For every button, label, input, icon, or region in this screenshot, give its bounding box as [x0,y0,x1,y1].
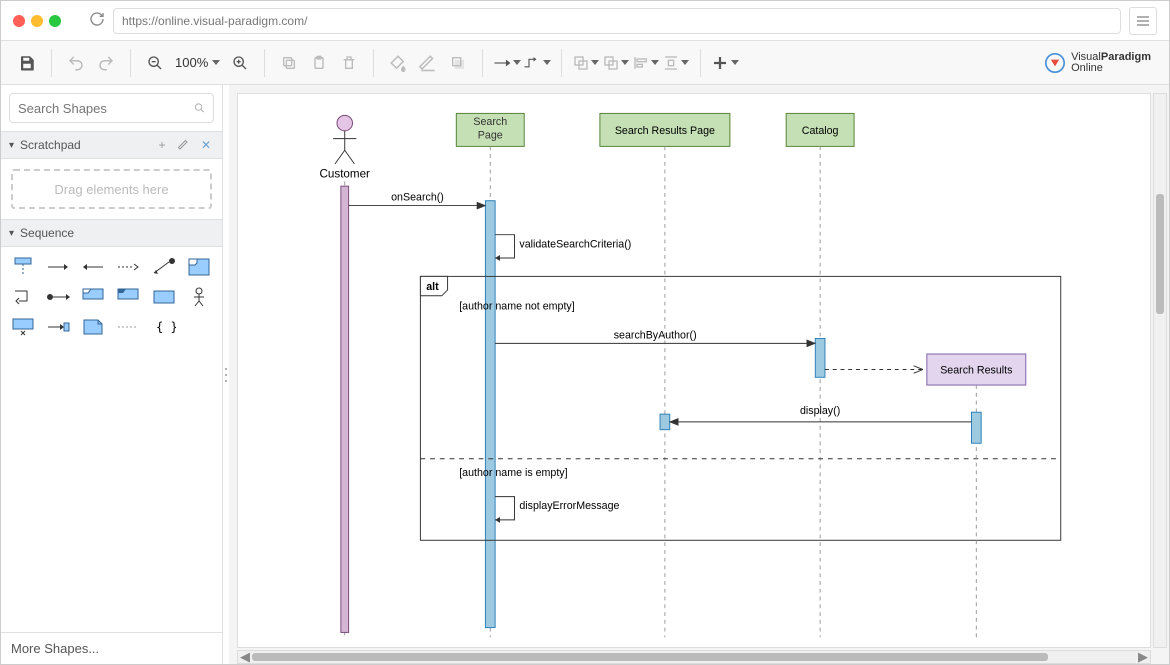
shape-create-message[interactable] [44,315,72,339]
shape-actor[interactable] [185,285,213,309]
shape-object[interactable] [150,285,178,309]
svg-text:alt: alt [426,281,439,293]
svg-text:display(): display() [800,405,840,417]
save-button[interactable] [13,49,41,77]
shape-self-message[interactable] [9,285,37,309]
shape-found-message[interactable] [150,255,178,279]
waypoint-button[interactable] [523,49,551,77]
shape-separator[interactable] [114,315,142,339]
svg-text:[author name not empty]: [author name not empty] [459,300,575,312]
svg-text:Search Results: Search Results [940,364,1012,376]
lifeline-search-results-page[interactable]: Search Results Page [600,113,730,637]
redo-button[interactable] [92,49,120,77]
undo-button[interactable] [62,49,90,77]
distribute-button[interactable] [662,49,690,77]
shape-note[interactable] [79,315,107,339]
horizontal-scrollbar[interactable]: ◀ ▶ [237,650,1151,664]
svg-text:displayErrorMessage: displayErrorMessage [519,500,619,512]
scratchpad-add-icon[interactable]: + [154,137,170,153]
paste-button[interactable] [305,49,333,77]
connector-style-button[interactable] [493,49,521,77]
message-onsearch[interactable]: onSearch() [349,192,486,206]
scratchpad-header[interactable]: ▾ Scratchpad + ✕ [1,131,222,159]
shape-message-left[interactable] [79,255,107,279]
to-front-button[interactable] [572,49,600,77]
shape-activation-2[interactable] [114,285,142,309]
message-display-error[interactable]: displayErrorMessage [495,497,619,523]
window-close[interactable] [13,15,25,27]
scratchpad-edit-icon[interactable] [176,137,192,153]
delete-button[interactable] [335,49,363,77]
alt-fragment[interactable]: alt [author name not empty] [author name… [420,276,1060,540]
shape-lost-message[interactable] [44,285,72,309]
svg-text:onSearch(): onSearch() [391,192,444,204]
vertical-scrollbar[interactable] [1153,93,1167,648]
zoom-dropdown[interactable]: 100% [171,55,224,70]
search-icon [194,101,205,115]
zoom-in-button[interactable] [226,49,254,77]
shape-lifeline[interactable] [9,255,37,279]
message-validate[interactable]: validateSearchCriteria() [495,235,631,261]
lifeline-search-page[interactable]: SearchPage [456,113,524,637]
zoom-out-button[interactable] [141,49,169,77]
svg-text:searchByAuthor(): searchByAuthor() [614,329,697,341]
copy-button[interactable] [275,49,303,77]
message-search-by-author[interactable]: searchByAuthor() [495,329,815,343]
svg-text:Catalog: Catalog [802,125,839,137]
shadow-button[interactable] [444,49,472,77]
lifeline-catalog[interactable]: Catalog [786,113,854,637]
menu-button[interactable] [1129,7,1157,35]
actor-customer[interactable]: Customer [320,115,371,637]
svg-text:[author name is empty]: [author name is empty] [459,467,567,479]
add-button[interactable] [711,49,739,77]
shape-activation[interactable] [79,285,107,309]
fill-color-button[interactable] [384,49,412,77]
svg-text:{ }: { } [156,320,176,334]
window-minimize[interactable] [31,15,43,27]
line-color-button[interactable] [414,49,442,77]
svg-text:validateSearchCriteria(): validateSearchCriteria() [519,238,631,250]
svg-text:Search Results Page: Search Results Page [615,125,715,137]
url-text: https://online.visual-paradigm.com/ [122,14,307,28]
diagram-canvas[interactable]: Customer SearchPage [237,93,1151,648]
align-button[interactable] [632,49,660,77]
shape-frame[interactable] [185,255,213,279]
brand-logo: VisualParadigmOnline [1045,52,1161,74]
more-shapes-link[interactable]: More Shapes... [1,632,222,664]
to-back-button[interactable] [602,49,630,77]
scratchpad-dropzone[interactable]: Drag elements here [11,169,212,209]
shape-constraint[interactable]: { } [150,315,178,339]
shape-destroy[interactable] [9,315,37,339]
shape-return-message[interactable] [114,255,142,279]
scratchpad-close-icon[interactable]: ✕ [198,137,214,153]
actor-label: Customer [320,167,371,180]
reload-icon[interactable] [89,11,105,30]
window-maximize[interactable] [49,15,61,27]
shape-message-right[interactable] [44,255,72,279]
lifeline-search-results[interactable]: Search Results [825,354,1026,637]
sequence-header[interactable]: ▾ Sequence [1,219,222,247]
search-shapes-input[interactable] [9,93,214,123]
url-bar[interactable]: https://online.visual-paradigm.com/ [113,8,1121,34]
